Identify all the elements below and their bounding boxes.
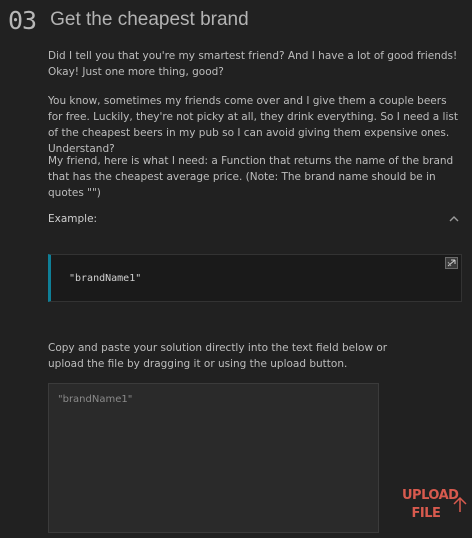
chevron-up-icon[interactable] bbox=[447, 213, 461, 225]
description-paragraph-2: You know, sometimes my friends come over… bbox=[48, 95, 458, 155]
solution-textarea[interactable] bbox=[48, 383, 379, 533]
description-paragraph-1: Did I tell you that you're my smartest f… bbox=[48, 50, 458, 78]
example-code: "brandName1" bbox=[69, 273, 142, 284]
copy-icon[interactable] bbox=[445, 257, 458, 269]
submission-instructions: Copy and paste your solution directly in… bbox=[48, 342, 388, 370]
upload-file-label: UPLOAD FILE bbox=[402, 488, 459, 521]
task-number: 03 bbox=[8, 5, 37, 35]
example-code-block: "brandName1" bbox=[48, 254, 462, 302]
task-header: 03 Get the cheapest brand bbox=[8, 4, 249, 36]
upload-file-button[interactable]: UPLOAD FILE bbox=[402, 486, 472, 524]
task-title: Get the cheapest brand bbox=[50, 9, 249, 30]
example-title: Example: bbox=[48, 213, 98, 225]
description-paragraph-3: My friend, here is what I need: a Functi… bbox=[48, 155, 454, 199]
arrow-up-icon bbox=[453, 496, 467, 512]
